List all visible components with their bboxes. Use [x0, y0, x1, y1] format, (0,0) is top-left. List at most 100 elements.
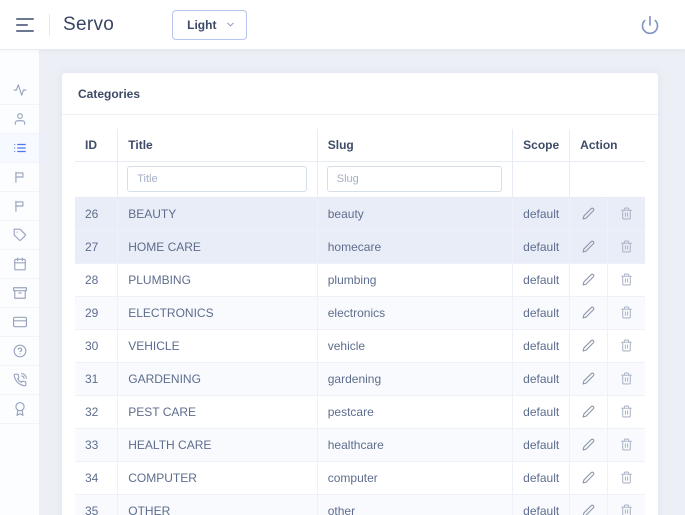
hamburger-icon[interactable]	[12, 14, 38, 36]
table-header-row: ID Title Slug Scope Action	[75, 129, 645, 162]
table-row[interactable]: 34 COMPUTER computer default	[75, 461, 645, 495]
table-row[interactable]: 30 VEHICLE vehicle default	[75, 329, 645, 363]
edit-button[interactable]	[578, 304, 599, 321]
delete-button[interactable]	[616, 337, 637, 354]
theme-dropdown[interactable]: Light	[172, 9, 248, 40]
edit-button[interactable]	[578, 271, 599, 288]
sidebar-item-1[interactable]	[0, 105, 39, 134]
cell-scope: default	[512, 263, 571, 297]
edit-button[interactable]	[578, 337, 599, 354]
delete-trash-icon	[620, 504, 632, 515]
cell-id: 30	[75, 329, 119, 363]
table-row[interactable]: 33 HEALTH CARE healthcare default	[75, 428, 645, 462]
delete-trash-icon	[620, 372, 632, 385]
cell-slug: healthcare	[317, 428, 514, 462]
sidebar-item-11[interactable]	[0, 395, 39, 424]
cell-slug: computer	[317, 461, 514, 495]
credit-card-icon	[12, 316, 27, 328]
logout-button[interactable]	[637, 12, 663, 38]
sidebar-item-2[interactable]	[0, 134, 39, 163]
delete-button[interactable]	[616, 502, 637, 515]
cell-slug: homecare	[317, 230, 514, 264]
delete-button[interactable]	[616, 304, 637, 321]
cell-title: VEHICLE	[117, 329, 318, 363]
filter-id-cell	[75, 161, 119, 198]
sidebar-item-3[interactable]	[0, 163, 39, 192]
delete-trash-icon	[620, 405, 632, 418]
sidebar-item-8[interactable]	[0, 308, 39, 337]
edit-pencil-icon	[582, 405, 595, 418]
sidebar-item-9[interactable]	[0, 337, 39, 366]
table-row[interactable]: 31 GARDENING gardening default	[75, 362, 645, 396]
delete-trash-icon	[620, 240, 632, 253]
cell-title: OTHER	[117, 494, 318, 515]
cell-scope: default	[512, 461, 571, 495]
main-content: Categories ID Title Slug Scope Action Ti…	[40, 50, 685, 515]
column-action: Action	[569, 129, 645, 162]
chevron-down-icon	[227, 22, 235, 27]
award-icon	[14, 402, 25, 416]
table-row[interactable]: 27 HOME CARE homecare default	[75, 230, 645, 264]
edit-pencil-icon	[582, 339, 595, 352]
column-id[interactable]: ID	[75, 129, 119, 162]
table-row[interactable]: 29 ELECTRONICS electronics default	[75, 296, 645, 330]
edit-button[interactable]	[578, 370, 599, 387]
power-icon	[641, 15, 659, 34]
edit-button[interactable]	[578, 238, 599, 255]
cell-slug: electronics	[317, 296, 514, 330]
column-scope[interactable]: Scope	[512, 129, 571, 162]
cell-id: 34	[75, 461, 119, 495]
edit-button[interactable]	[578, 469, 599, 486]
brand-title: Servo	[63, 13, 115, 35]
sidebar-item-7[interactable]	[0, 279, 39, 308]
sidebar-item-0[interactable]	[0, 76, 39, 105]
sidebar-item-5[interactable]	[0, 221, 39, 250]
column-slug[interactable]: Slug	[317, 129, 514, 162]
sidebar	[0, 50, 40, 515]
delete-button[interactable]	[616, 205, 637, 222]
cell-title: ELECTRONICS	[117, 296, 318, 330]
table-row[interactable]: 32 PEST CARE pestcare default	[75, 395, 645, 429]
chevron-slot	[225, 19, 236, 30]
edit-button[interactable]	[578, 502, 599, 515]
cell-title: PEST CARE	[117, 395, 318, 429]
delete-trash-icon	[620, 273, 632, 286]
table-body: 26 BEAUTY beauty default 27 HOME CARE ho…	[75, 197, 645, 515]
sidebar-item-6[interactable]	[0, 250, 39, 279]
cell-title: GARDENING	[117, 362, 318, 396]
calendar-icon	[13, 257, 26, 271]
edit-button[interactable]	[578, 436, 599, 453]
slug-filter-input[interactable]	[326, 166, 503, 192]
sidebar-item-4[interactable]	[0, 192, 39, 221]
delete-button[interactable]	[616, 370, 637, 387]
title-filter-input[interactable]	[127, 166, 307, 192]
delete-button[interactable]	[616, 469, 637, 486]
sidebar-item-10[interactable]	[0, 366, 39, 395]
app-body: Categories ID Title Slug Scope Action Ti…	[0, 50, 685, 515]
delete-button[interactable]	[616, 238, 637, 255]
cell-slug: other	[317, 494, 514, 515]
edit-pencil-icon	[582, 504, 595, 515]
table-row[interactable]: 28 PLUMBING plumbing default	[75, 263, 645, 297]
cell-title: BEAUTY	[117, 197, 318, 231]
cell-id: 26	[75, 197, 119, 231]
column-title[interactable]: Title	[117, 129, 318, 162]
edit-button[interactable]	[578, 403, 599, 420]
edit-button[interactable]	[578, 205, 599, 222]
delete-button[interactable]	[616, 271, 637, 288]
table-row[interactable]: 35 OTHER other default	[75, 494, 645, 515]
filter-action-cell	[569, 161, 645, 198]
edit-pencil-icon	[582, 372, 595, 385]
delete-trash-icon	[620, 471, 632, 484]
tag-icon	[13, 228, 26, 241]
cell-slug: plumbing	[317, 263, 514, 297]
delete-button[interactable]	[616, 436, 637, 453]
archive-icon	[12, 287, 27, 299]
card-body: ID Title Slug Scope Action Title Slug 26…	[62, 115, 658, 515]
table-row[interactable]: 26 BEAUTY beauty default	[75, 197, 645, 231]
delete-trash-icon	[620, 306, 632, 319]
delete-button[interactable]	[616, 403, 637, 420]
app-header: Servo Light	[0, 0, 685, 50]
list-icon	[13, 143, 26, 153]
theme-dropdown-value: Light	[187, 17, 217, 32]
